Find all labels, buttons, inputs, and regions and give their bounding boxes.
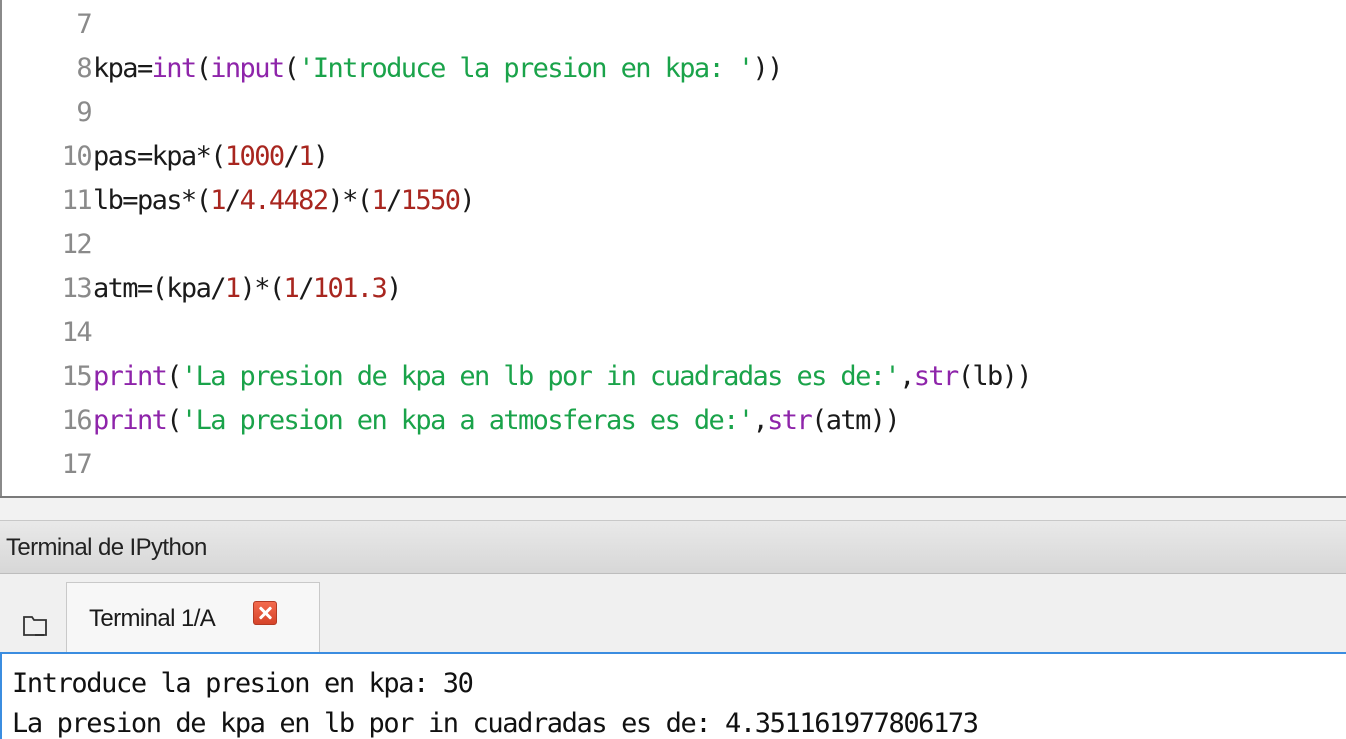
code-token: str [767, 405, 813, 436]
line-number: 17 [61, 449, 93, 480]
code-token: (atm)) [811, 405, 901, 436]
pane-title: Terminal de IPython [6, 534, 207, 561]
code-line: 11lb=pas*(1/4.4482)*(1/1550) [2, 182, 476, 220]
code-line: 10pas=kpa*(1000/1) [2, 138, 329, 176]
tab-terminal-1a[interactable]: Terminal 1/A [66, 582, 320, 652]
code-token: / [298, 273, 314, 304]
code-token: pas=kpa*( [93, 141, 227, 172]
code-token: ( [195, 53, 212, 84]
code-editor[interactable]: 7 8kpa=int(input('Introduce la presion en… [0, 0, 1346, 498]
code-token: 1 [283, 273, 300, 304]
code-token: ) [312, 141, 329, 172]
close-icon[interactable] [253, 601, 277, 625]
code-token: ) [459, 185, 475, 216]
pane-title-bar: Terminal de IPython [0, 520, 1346, 574]
folder-icon[interactable] [22, 612, 48, 638]
line-number: 13 [61, 273, 93, 304]
code-line: 9 [2, 94, 93, 132]
code-token: int [151, 53, 198, 84]
code-line: 14 [2, 314, 93, 352]
code-token: atm=(kpa/ [93, 273, 227, 304]
line-number: 16 [61, 405, 93, 436]
code-token: / [224, 185, 241, 216]
code-token: print [93, 405, 168, 436]
code-token: , [899, 361, 915, 392]
code-line: 17 [2, 446, 93, 484]
code-token: kpa= [93, 53, 153, 84]
code-token: 1000 [224, 141, 285, 172]
console-line: La presion de kpa en lb por in cuadradas… [12, 708, 979, 739]
line-number: 12 [61, 229, 93, 260]
ipython-console[interactable]: Introduce la presion en kpa: 30 La presio… [0, 652, 1346, 739]
code-line: 8kpa=int(input('Introduce la presion en … [2, 50, 784, 88]
pane-splitter[interactable] [0, 498, 1346, 520]
code-token: 1 [298, 141, 314, 172]
code-token: 'Introduce la presion en kpa: ' [298, 53, 754, 84]
code-line: 13atm=(kpa/1)*(1/101.3) [2, 270, 403, 308]
code-token: 101.3 [312, 273, 388, 304]
code-token: , [752, 405, 769, 436]
line-number: 9 [76, 97, 92, 128]
code-token: 1 [210, 185, 226, 216]
code-token: ( [166, 405, 182, 436]
code-token: 'La presion en kpa a atmosferas es de:' [180, 405, 754, 436]
code-token: ) [386, 273, 402, 304]
console-line: Introduce la presion en kpa: 30 [12, 668, 474, 699]
code-token: 'La presion de kpa en lb por in cuadrada… [180, 361, 901, 392]
code-line: 7 [2, 6, 93, 44]
code-token: ( [166, 361, 182, 392]
code-token: 1 [371, 185, 387, 216]
code-line: 15print('La presion de kpa en lb por in … [2, 358, 1033, 396]
line-number: 10 [61, 141, 93, 172]
code-token: print [93, 361, 168, 392]
code-line: 12 [2, 226, 93, 264]
code-token: 1550 [400, 185, 461, 216]
code-token: input [210, 53, 285, 84]
line-number: 8 [76, 53, 92, 84]
code-token: (lb)) [957, 361, 1033, 392]
line-number: 14 [61, 317, 93, 348]
code-line: 16print('La presion en kpa a atmosferas … [2, 402, 901, 440]
code-token: str [913, 361, 960, 392]
code-token: )*( [239, 273, 286, 304]
code-token: )) [752, 53, 784, 84]
line-number: 15 [61, 361, 93, 392]
code-token: lb=pas*( [93, 185, 212, 216]
code-token: ( [283, 53, 300, 84]
line-number: 7 [76, 9, 92, 40]
code-token: )*( [327, 185, 374, 216]
code-token: / [386, 185, 402, 216]
line-number: 11 [61, 185, 93, 216]
code-token: 1 [224, 273, 241, 304]
code-token: 4.4482 [239, 185, 330, 216]
code-token: / [283, 141, 300, 172]
tab-label: Terminal 1/A [89, 605, 216, 632]
